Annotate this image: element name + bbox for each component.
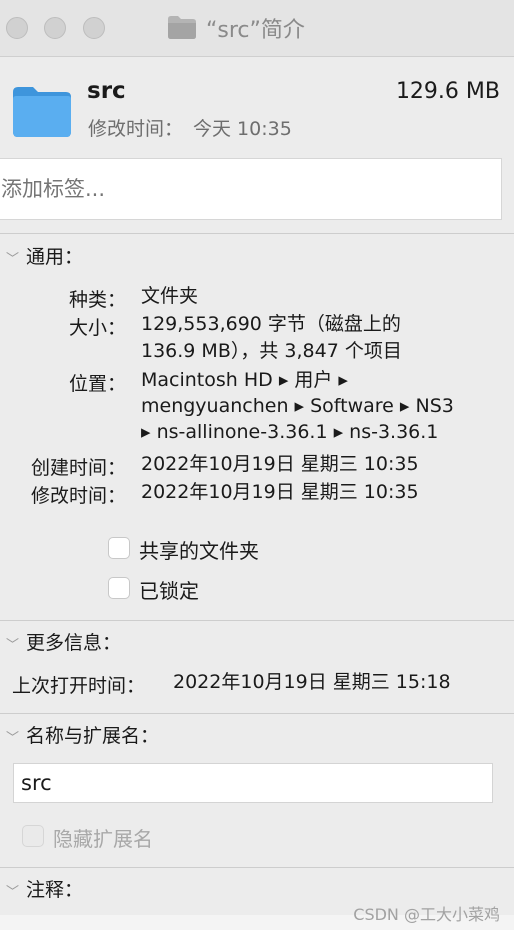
kind-label: 种类： [68,289,126,311]
general-modified-value: 2022年10月19日 星期三 10:35 [141,481,419,503]
section-general-heading: 通用： [26,246,84,268]
divider [0,867,514,868]
shared-folder-checkbox[interactable] [108,537,130,559]
tags-input[interactable] [0,158,502,220]
header-modified: 修改时间： 今天 10:35 [88,114,292,141]
divider [0,713,514,714]
section-more-info-toggle[interactable]: ﹀ 更多信息： [6,628,121,655]
chevron-down-icon: ﹀ [6,252,20,267]
close-window-button[interactable] [6,17,28,39]
minimize-window-button[interactable] [44,17,66,39]
modified-label: 修改时间： [88,118,184,140]
item-size: 129.6 MB [395,79,500,104]
where-label: 位置： [68,373,126,395]
size-value-line2: 136.9 MB），共 3,847 个项目 [141,340,402,362]
divider [0,620,514,621]
hide-extension-checkbox[interactable] [22,825,44,847]
section-general-toggle[interactable]: ﹀ 通用： [6,242,83,269]
section-name-ext-heading: 名称与扩展名： [26,725,160,747]
divider [0,233,514,234]
window-title: “src”简介 [206,18,305,43]
modified-value: 今天 10:35 [193,118,292,140]
chevron-down-icon: ﹀ [6,638,20,653]
section-comments-toggle[interactable]: ﹀ 注释： [6,875,83,902]
size-label: 大小： [68,317,126,339]
title-bar: “src”简介 [0,0,514,57]
last-opened-label: 上次打开时间： [12,675,146,697]
created-label: 创建时间： [30,457,126,479]
folder-icon [13,87,71,137]
size-value-line1: 129,553,690 字节（磁盘上的 [141,313,401,335]
section-comments-heading: 注释： [26,879,84,901]
name-input[interactable] [13,763,493,803]
folder-icon [168,16,196,39]
kind-value: 文件夹 [141,285,199,307]
section-more-info-heading: 更多信息： [26,632,122,654]
where-value-line1: Macintosh HD ▸ 用户 ▸ [141,369,348,391]
chevron-down-icon: ﹀ [6,731,20,746]
chevron-down-icon: ﹀ [6,885,20,900]
zoom-window-button[interactable] [83,17,105,39]
last-opened-value: 2022年10月19日 星期三 15:18 [173,671,451,693]
hide-extension-label: 隐藏扩展名 [53,827,153,851]
watermark: CSDN @工大小菜鸡 [353,905,500,924]
locked-label: 已锁定 [139,579,199,603]
where-value-line3: ▸ ns-allinone-3.36.1 ▸ ns-3.36.1 [141,421,439,443]
shared-folder-label: 共享的文件夹 [139,539,259,563]
where-value-line2: mengyuanchen ▸ Software ▸ NS3 [141,395,454,417]
section-name-ext-toggle[interactable]: ﹀ 名称与扩展名： [6,721,159,748]
locked-checkbox[interactable] [108,577,130,599]
item-name: src [87,78,126,104]
general-modified-label: 修改时间： [30,485,126,507]
created-value: 2022年10月19日 星期三 10:35 [141,453,419,475]
